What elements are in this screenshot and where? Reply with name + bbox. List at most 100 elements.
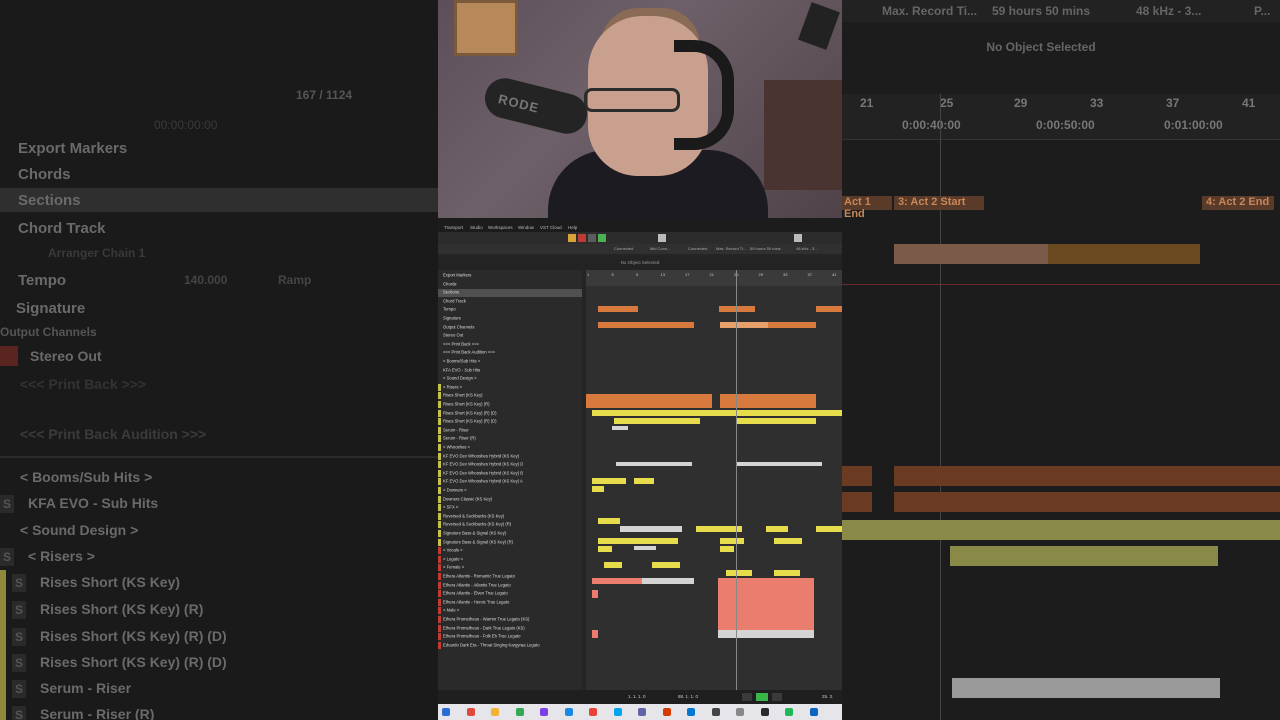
arrangement-area[interactable]: 1591317212529333741 <box>586 270 842 690</box>
track-rises-short-r[interactable]: S Rises Short (KS Key) (R) <box>12 601 438 620</box>
play-button[interactable] <box>756 693 768 701</box>
event-clip[interactable] <box>774 570 800 576</box>
daw-track-row[interactable]: < Booms/Sub Hits > <box>438 358 582 366</box>
daw-track-row[interactable]: < Whooshes > <box>438 444 582 452</box>
daw-track-row[interactable]: Signature <box>438 315 582 323</box>
menu-help[interactable]: Help <box>568 225 577 230</box>
transport-left-locator[interactable]: 1. 1. 1. 0 <box>628 694 646 699</box>
track-risers[interactable]: S < Risers > <box>0 548 438 567</box>
solo-button[interactable]: S <box>12 601 26 620</box>
daw-track-row[interactable]: Signature Bass & Signal (KS Key) <box>438 530 582 538</box>
mute-toggle[interactable] <box>568 234 576 242</box>
event-clip[interactable] <box>718 630 814 638</box>
daw-track-row[interactable]: Ethera Atlantis - Heroic True Legato <box>438 598 582 607</box>
event-clip[interactable] <box>634 478 654 484</box>
event-clip[interactable] <box>774 538 802 544</box>
daw-track-row[interactable]: Serum - Riser <box>438 426 582 435</box>
taskbar-app-icon[interactable] <box>515 708 524 716</box>
arranger-chain[interactable]: Arranger Chain 1 <box>48 246 438 260</box>
menu-workspaces[interactable]: Workspaces <box>488 225 513 230</box>
daw-track-row[interactable]: <<< Print Back Audition >>> <box>438 349 582 357</box>
event-clip[interactable] <box>598 546 612 552</box>
daw-track-row[interactable]: Rises Short (KS Key) (R) <box>438 401 582 409</box>
clip-booms[interactable] <box>894 466 1280 486</box>
event-clip[interactable] <box>720 538 744 544</box>
solo-button[interactable]: S <box>12 706 26 720</box>
track-rises-short[interactable]: S Rises Short (KS Key) <box>12 574 438 593</box>
daw-track-row[interactable]: Eduardo Dark Era - Throat Singing Kargyr… <box>438 641 582 650</box>
clip-risers[interactable] <box>950 546 1218 566</box>
pointer-tool-icon[interactable] <box>658 234 666 242</box>
event-clip[interactable] <box>766 526 788 532</box>
taskbar-app-icon[interactable] <box>491 708 499 716</box>
event-clip[interactable] <box>586 394 712 402</box>
event-clip[interactable] <box>726 570 752 576</box>
tempo-ramp[interactable]: Ramp <box>278 273 438 287</box>
daw-track-row[interactable]: Ethera Prometheus - Dark True Legato (KS… <box>438 624 582 633</box>
daw-track-row[interactable]: Tempo <box>438 306 582 314</box>
track-stereo-out[interactable]: Stereo Out <box>30 348 438 364</box>
solo-button[interactable]: S <box>0 495 14 514</box>
daw-track-row[interactable]: KF EVO Dev Whooshes Hybrid (KS Key) <box>438 452 582 461</box>
solo-button[interactable]: S <box>12 628 26 647</box>
menu-studio[interactable]: Studio <box>470 225 483 230</box>
menu-transport[interactable]: Transport <box>444 225 463 230</box>
daw-track-row[interactable]: Stereo Out <box>438 332 582 340</box>
event-clip[interactable] <box>736 418 816 424</box>
event-clip[interactable] <box>598 322 694 328</box>
event-clip[interactable] <box>816 306 842 312</box>
track-export-markers[interactable]: Export Markers <box>18 140 438 157</box>
daw-track-row[interactable]: Reversed & Suckbacks (KS Key) <box>438 512 582 521</box>
solo-toggle[interactable] <box>578 234 586 242</box>
daw-track-row[interactable]: Sections <box>438 289 582 298</box>
menu-vst-cloud[interactable]: VST Cloud <box>540 225 562 230</box>
taskbar-app-icon[interactable] <box>589 708 597 716</box>
section-clip[interactable] <box>894 244 1048 264</box>
daw-track-row[interactable]: KF EVO Dev Whooshes Hybrid (KS Key) D <box>438 461 582 469</box>
event-clip[interactable] <box>620 526 682 532</box>
daw-track-row[interactable]: Ethera Atlantis - Atlantis True Legato <box>438 581 582 590</box>
daw-track-row[interactable]: Downers Classic (KS Key) <box>438 495 582 504</box>
event-clip[interactable] <box>586 402 712 408</box>
playhead[interactable] <box>736 270 737 690</box>
clip-sound-design[interactable] <box>842 520 1280 540</box>
daw-track-row[interactable]: < Downers > <box>438 487 582 495</box>
track-booms-sub-hits[interactable]: < Booms/Sub Hits > <box>20 469 438 485</box>
track-sections[interactable]: Sections <box>18 192 438 209</box>
taskbar-app-icon[interactable] <box>613 708 622 716</box>
daw-track-row[interactable]: <<< Print Back >>> <box>438 341 582 349</box>
track-serum-riser[interactable]: S Serum - Riser <box>12 680 438 699</box>
event-clip[interactable] <box>614 418 700 424</box>
taskbar-app-icon[interactable] <box>638 708 646 716</box>
event-clip[interactable] <box>719 306 755 312</box>
event-clip[interactable] <box>598 518 620 524</box>
daw-track-row[interactable]: Rises Short (KS Key) (R) (D) <box>438 418 582 426</box>
solo-button[interactable]: S <box>12 574 26 593</box>
event-clip[interactable] <box>592 410 842 416</box>
daw-track-row[interactable]: Output Channels <box>438 324 582 332</box>
event-clip[interactable] <box>768 322 816 328</box>
daw-track-row[interactable]: Rises Short (KS Key) <box>438 392 582 400</box>
timeline-ruler[interactable]: 21 25 29 33 37 41 0:00:40:00 0:00:50:00 … <box>842 94 1280 140</box>
taskbar-app-icon[interactable] <box>442 708 450 716</box>
daw-track-row[interactable]: Ethera Atlantis - Romantic True Legato <box>438 573 582 581</box>
record-button[interactable] <box>772 693 782 701</box>
taskbar-app-icon[interactable] <box>662 708 671 716</box>
event-clip[interactable] <box>598 538 678 544</box>
event-clip[interactable] <box>592 478 626 484</box>
event-clip[interactable] <box>736 462 822 466</box>
daw-track-row[interactable]: < Male > <box>438 607 582 615</box>
track-kfa-evo-sub-hits[interactable]: S KFA EVO - Sub Hits <box>0 495 438 514</box>
daw-track-row[interactable]: < SFX > <box>438 504 582 512</box>
taskbar-app-icon[interactable] <box>540 708 548 716</box>
clip-sub-hits[interactable] <box>894 492 1280 512</box>
taskbar-app-icon[interactable] <box>466 708 475 716</box>
clip-serum-riser[interactable] <box>952 678 1220 698</box>
snap-icon[interactable] <box>794 234 802 242</box>
daw-track-row[interactable]: < Sound Design > <box>438 375 582 383</box>
daw-track-row[interactable]: Export Markers <box>438 272 582 280</box>
event-clip[interactable] <box>720 546 734 552</box>
daw-track-row[interactable]: Ethera Prometheus - Warrior True Legato … <box>438 616 582 624</box>
daw-track-row[interactable]: < Risers > <box>438 383 582 392</box>
daw-track-row[interactable]: Serum - Riser (R) <box>438 435 582 443</box>
